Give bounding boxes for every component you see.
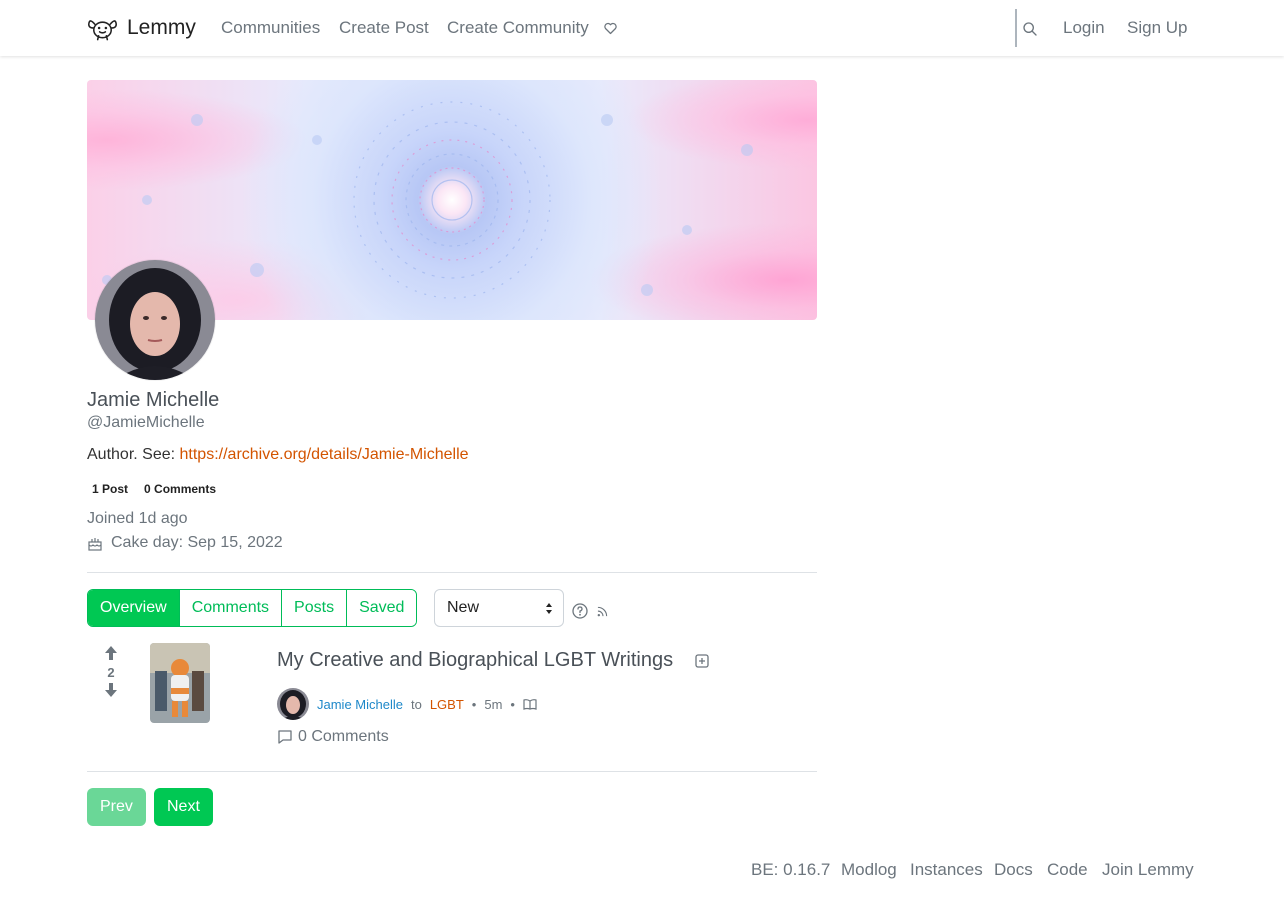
comments-count: 0 Comments [298, 728, 389, 745]
prev-button[interactable]: Prev [87, 788, 146, 826]
comment-count-badge: 0 Comments [139, 480, 222, 498]
profile-stats: 1 Post 0 Comments [87, 480, 222, 498]
nav-divider [1015, 9, 1017, 47]
downvote-icon[interactable] [103, 682, 119, 698]
post-community-link[interactable]: LGBT [430, 697, 464, 712]
footer-instances-link[interactable]: Instances [910, 860, 983, 880]
meta-separator: • [510, 696, 515, 712]
meta-separator: • [471, 696, 477, 712]
expand-icon[interactable] [695, 654, 709, 668]
brand-name: Lemmy [127, 16, 196, 39]
brand-link[interactable]: Lemmy [87, 14, 196, 42]
post-comments-link[interactable]: 0 Comments [277, 728, 389, 746]
rss-icon[interactable] [597, 606, 608, 617]
profile-handle: @JamieMichelle [87, 414, 205, 431]
search-icon[interactable] [1022, 21, 1038, 37]
joined-date: Joined 1d ago [87, 510, 188, 527]
nav-create-community-link[interactable]: Create Community [447, 18, 589, 38]
profile-bio: Author. See: https://archive.org/details… [87, 446, 469, 464]
nav-create-post-link[interactable]: Create Post [339, 18, 429, 38]
tab-posts[interactable]: Posts [282, 590, 348, 626]
post-age: 5m [484, 696, 503, 712]
post-score: 2 [107, 665, 115, 680]
sort-selected-value: New [447, 599, 480, 616]
post-meta: Jamie Michelle to LGBT • 5m • [277, 688, 537, 720]
footer-join-link[interactable]: Join Lemmy [1102, 860, 1194, 880]
divider [87, 771, 817, 772]
author-avatar[interactable] [277, 688, 309, 720]
post-thumbnail[interactable] [150, 643, 210, 723]
comment-icon [278, 730, 292, 744]
post-to-label: to [410, 696, 422, 712]
tab-saved[interactable]: Saved [347, 590, 417, 626]
cake-icon [88, 538, 102, 551]
backend-version[interactable]: BE: 0.16.7 [751, 860, 830, 880]
book-icon[interactable] [523, 698, 537, 710]
login-link[interactable]: Login [1063, 18, 1105, 38]
profile-display-name: Jamie Michelle [87, 389, 220, 411]
bio-text: Author. See: [87, 446, 176, 463]
profile-view-tabs: Overview Comments Posts Saved [87, 589, 418, 627]
sort-select[interactable]: New [434, 589, 564, 627]
upvote-icon[interactable] [103, 645, 119, 661]
signup-link[interactable]: Sign Up [1127, 18, 1187, 38]
cake-day-text: Cake day: Sep 15, 2022 [111, 534, 283, 551]
lemmy-logo-icon [88, 20, 117, 41]
profile-avatar [95, 260, 215, 380]
nav-communities-link[interactable]: Communities [221, 18, 320, 38]
bio-link[interactable]: https://archive.org/details/Jamie-Michel… [180, 446, 469, 463]
post-author-link[interactable]: Jamie Michelle [317, 697, 403, 712]
next-button[interactable]: Next [154, 788, 213, 826]
footer-modlog-link[interactable]: Modlog [841, 860, 897, 880]
tab-overview[interactable]: Overview [88, 590, 180, 626]
select-arrows-icon [546, 603, 552, 614]
footer-code-link[interactable]: Code [1047, 860, 1088, 880]
footer-docs-link[interactable]: Docs [994, 860, 1033, 880]
cake-day: Cake day: Sep 15, 2022 [87, 534, 283, 552]
divider [87, 572, 817, 573]
top-navbar: Lemmy Communities Create Post Create Com… [0, 0, 1284, 56]
tab-comments[interactable]: Comments [179, 590, 283, 626]
post-count-badge: 1 Post [87, 480, 134, 498]
help-icon[interactable] [572, 603, 588, 619]
heart-icon[interactable] [603, 21, 618, 36]
post-title[interactable]: My Creative and Biographical LGBT Writin… [277, 649, 673, 672]
